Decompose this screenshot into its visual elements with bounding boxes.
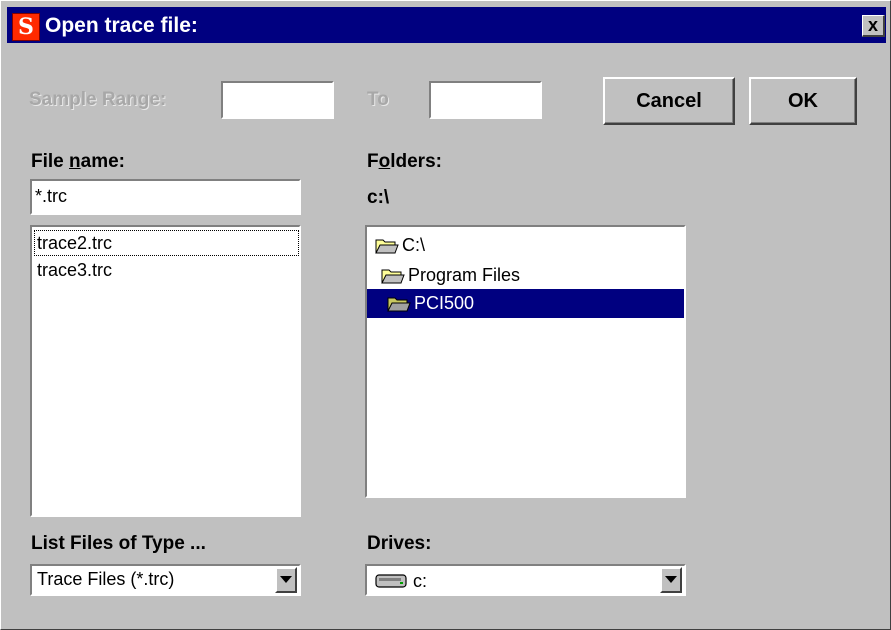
file-list-item[interactable]: trace3.trc bbox=[35, 258, 114, 282]
window-title: Open trace file: bbox=[45, 14, 198, 37]
chevron-down-icon bbox=[665, 576, 677, 583]
chevron-down-icon bbox=[280, 576, 292, 583]
file-type-label: List Files of Type ... bbox=[31, 533, 206, 554]
file-name-label-pre: File bbox=[31, 151, 70, 172]
drives-value: c: bbox=[413, 571, 428, 591]
sample-range-to-label: To bbox=[367, 89, 389, 110]
open-trace-dialog: S Open trace file: x Sample Range: To Ca… bbox=[0, 0, 891, 630]
current-folder-path: c:\ bbox=[367, 187, 390, 208]
sample-range-to-input[interactable] bbox=[429, 81, 542, 119]
folder-item-label: Program Files bbox=[408, 265, 521, 285]
folder-item-program-files[interactable]: Program Files bbox=[381, 261, 520, 290]
file-list[interactable]: trace2.trc trace3.trc bbox=[30, 225, 301, 517]
folder-item-label: PCI500 bbox=[414, 293, 475, 313]
file-name-input[interactable]: *.trc bbox=[30, 179, 301, 215]
drive-icon bbox=[375, 574, 407, 588]
folder-item-label: C:\ bbox=[402, 235, 426, 255]
drives-dropdown-button[interactable] bbox=[660, 567, 682, 593]
file-name-label: File name: bbox=[31, 151, 125, 173]
file-name-label-post: ame: bbox=[80, 151, 125, 172]
file-name-label-mnemonic: n bbox=[69, 151, 81, 172]
folder-item-c-root[interactable]: C:\ bbox=[375, 231, 425, 260]
folders-label-pre: F bbox=[367, 151, 379, 172]
file-name-value: *.trc bbox=[35, 186, 68, 206]
folder-item-pci500[interactable]: PCI500 bbox=[367, 289, 684, 318]
cancel-button[interactable]: Cancel bbox=[603, 77, 735, 125]
file-list-item[interactable]: trace2.trc bbox=[34, 230, 299, 256]
open-folder-icon bbox=[381, 269, 405, 283]
drives-label: Drives: bbox=[367, 533, 432, 554]
sample-range-from-input[interactable] bbox=[221, 81, 334, 119]
title-bar[interactable]: S Open trace file: x bbox=[7, 7, 886, 43]
app-logo-icon: S bbox=[12, 13, 40, 41]
folders-label-post: lders: bbox=[390, 151, 442, 172]
sample-range-label: Sample Range: bbox=[29, 89, 167, 110]
folder-tree[interactable]: C:\ Program Files PCI500 bbox=[365, 225, 686, 498]
file-type-dropdown-button[interactable] bbox=[275, 567, 297, 593]
file-type-value: Trace Files (*.trc) bbox=[37, 569, 175, 589]
close-button[interactable]: x bbox=[862, 15, 885, 37]
ok-button[interactable]: OK bbox=[749, 77, 857, 125]
drives-select[interactable]: c: bbox=[365, 564, 686, 596]
file-type-select[interactable]: Trace Files (*.trc) bbox=[30, 564, 301, 596]
folders-label: Folders: bbox=[367, 151, 442, 173]
folders-label-mnemonic: o bbox=[378, 151, 391, 172]
open-folder-icon bbox=[375, 239, 399, 253]
open-folder-icon bbox=[387, 297, 411, 311]
